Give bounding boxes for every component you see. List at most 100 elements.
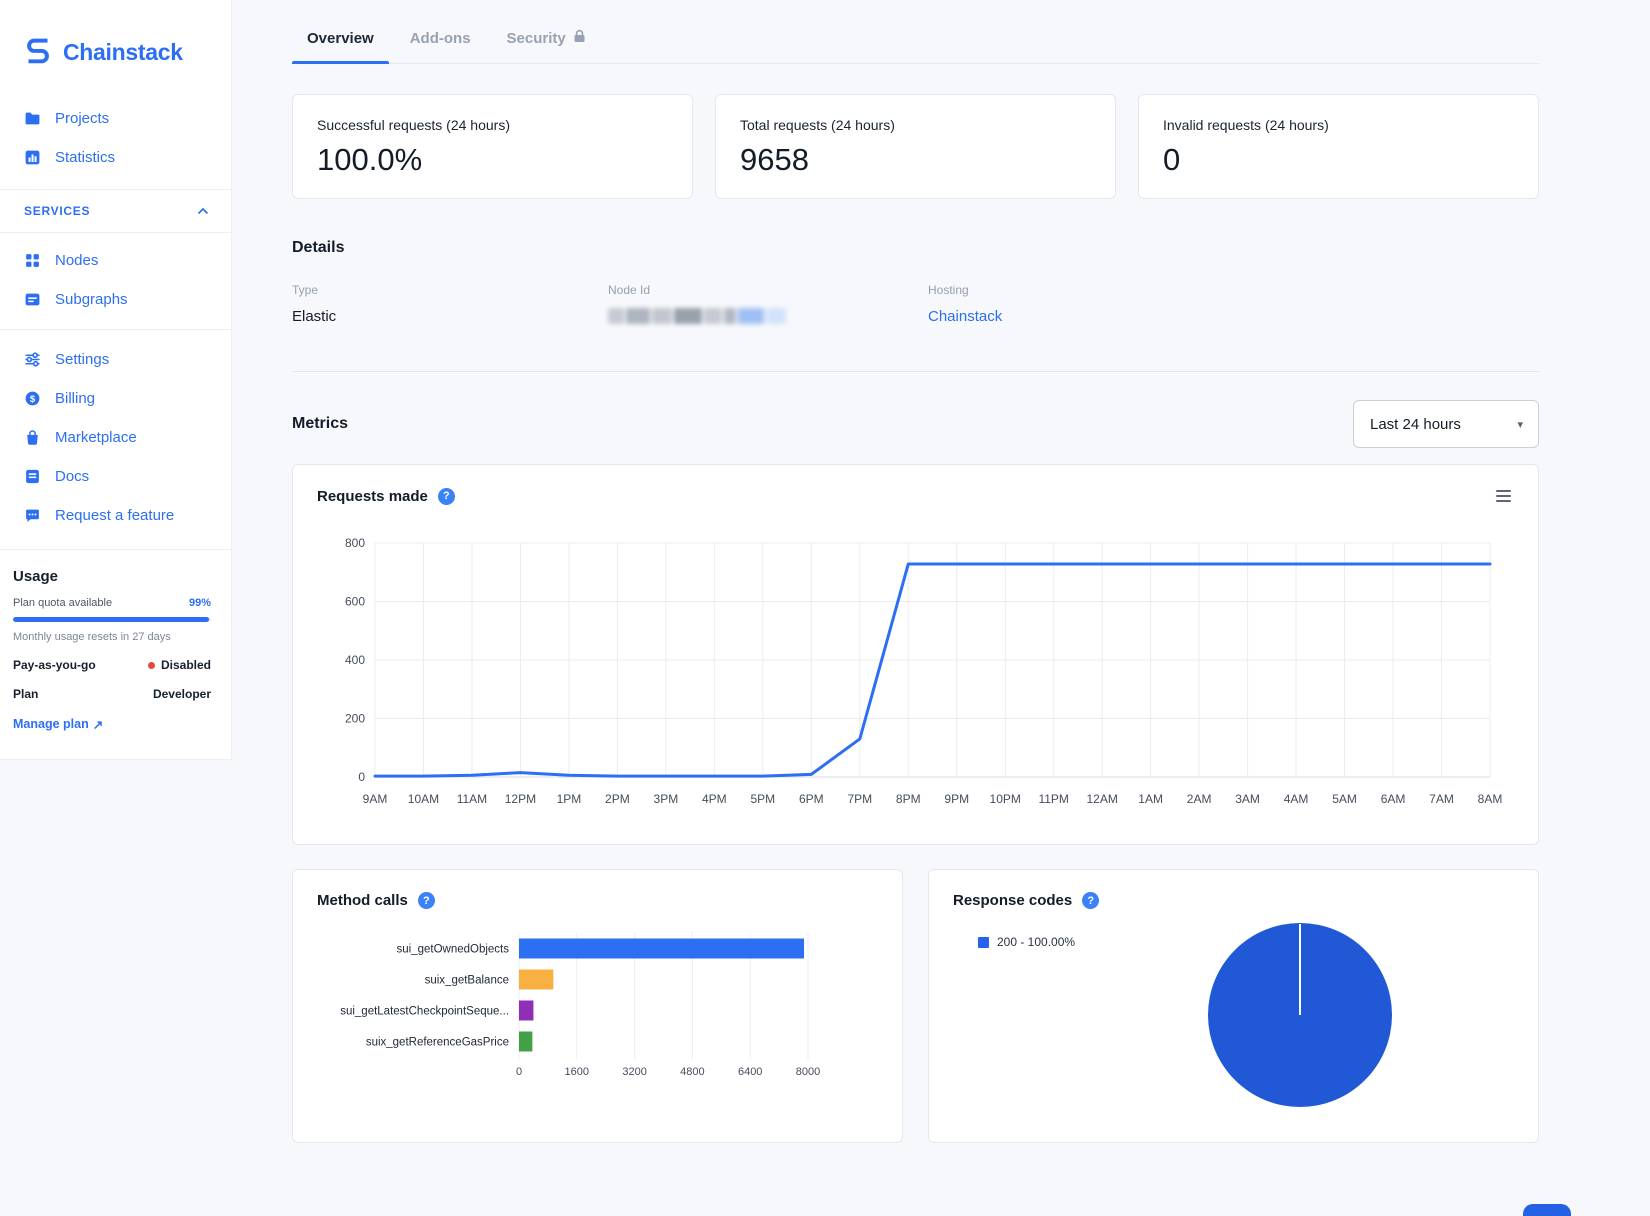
requests-line-chart: 9AM 10AM 11AM 12PM 1PM 2PM 3PM 4PM 5PM 6PM 7PM 8PM 9… (345, 536, 1503, 806)
svg-text:sui_getLatestCheckpointSeque..: sui_getLatestCheckpointSeque... (340, 1006, 509, 1018)
plan-value: Developer (152, 687, 211, 701)
quota-percent: 99% (188, 597, 211, 609)
status-dot-disabled (147, 661, 155, 669)
external-link-icon: ↗ (92, 718, 104, 732)
nodes-icon (24, 252, 41, 269)
chat-bubble-icon (24, 507, 41, 524)
stat-card-invalid-requests: Invalid requests (24 hours) 0 (1138, 94, 1539, 199)
quota-progress-bar (13, 617, 211, 622)
time-range-dropdown[interactable]: Last 24 hours ▾ (1353, 400, 1539, 448)
sliders-icon (24, 351, 41, 368)
folder-icon (24, 110, 41, 127)
nav-label: Request a feature (55, 507, 175, 524)
tab-label: Add-ons (409, 29, 471, 47)
svg-text:2PM: 2PM (605, 792, 630, 806)
app: Chainstack Projects Statistics SERVICES (0, 0, 1650, 1216)
svg-text:2AM: 2AM (1187, 792, 1212, 806)
svg-text:suix_getReferenceGasPrice: suix_getReferenceGasPrice (366, 1037, 509, 1049)
svg-text:11PM: 11PM (1038, 792, 1068, 806)
stat-card-total-requests: Total requests (24 hours) 9658 (715, 94, 1116, 199)
svg-text:1600: 1600 (565, 1066, 589, 1078)
tab-security[interactable]: Security (492, 20, 601, 63)
time-range-value: Last 24 hours (1370, 415, 1461, 433)
sidebar-section-services[interactable]: SERVICES (0, 189, 231, 233)
svg-text:suix_getBalance: suix_getBalance (425, 975, 509, 987)
sidebar-item-docs[interactable]: Docs (0, 457, 231, 496)
node-id-redacted (608, 308, 928, 324)
svg-text:4AM: 4AM (1284, 792, 1309, 806)
method-calls-bar-chart: 0 1600 3200 4800 6400 8000 sui_getOwnedObjects… (340, 933, 820, 1078)
svg-text:12AM: 12AM (1086, 792, 1117, 806)
requests-made-title: Requests made (317, 487, 428, 505)
svg-text:sui_getOwnedObjects: sui_getOwnedObjects (396, 944, 509, 956)
metrics-title: Metrics (292, 415, 349, 432)
svg-text:12PM: 12PM (505, 792, 536, 806)
tab-overview[interactable]: Overview (292, 20, 389, 64)
nav-label: Billing (55, 390, 96, 407)
svg-text:200: 200 (345, 712, 365, 726)
method-calls-card: Method calls ? 0 1600 3200 4800 6400 8000 sui_… (292, 869, 903, 1143)
svg-text:8AM: 8AM (1478, 792, 1503, 806)
nav-label: Marketplace (55, 429, 137, 446)
legend-label-200: 200 - 100.00% (997, 935, 1076, 949)
payg-status: Disabled (160, 658, 211, 672)
usage-title: Usage (13, 568, 59, 585)
payg-label: Pay-as-you-go (13, 658, 96, 672)
svg-text:11AM: 11AM (457, 792, 487, 806)
sidebar-item-request-a-feature[interactable]: Request a feature (0, 496, 231, 535)
details-section: Details Type Elastic Node Id Hosting Cha… (292, 239, 1539, 325)
response-codes-title: Response codes (953, 892, 1073, 909)
svg-text:6AM: 6AM (1381, 792, 1406, 806)
stat-label: Successful requests (24 hours) (317, 117, 510, 133)
bar-chart-icon (24, 149, 41, 166)
sidebar-item-subgraphs[interactable]: Subgraphs (0, 280, 231, 319)
sidebar-item-marketplace[interactable]: Marketplace (0, 418, 231, 457)
svg-text:400: 400 (345, 653, 365, 667)
nav-label: Settings (55, 351, 110, 368)
chainstack-logo-icon (22, 34, 54, 71)
sidebar-divider (0, 329, 231, 330)
svg-text:6400: 6400 (738, 1066, 762, 1078)
chevron-up-icon (197, 204, 209, 218)
subgraphs-icon (24, 291, 41, 308)
sidebar-nav: Projects Statistics SERVICES Nodes Subgr… (0, 99, 231, 535)
svg-text:4800: 4800 (680, 1066, 704, 1078)
hosting-link[interactable]: Chainstack (928, 308, 1002, 325)
svg-text:800: 800 (345, 536, 365, 550)
help-icon[interactable]: ? (437, 487, 455, 505)
method-calls-title: Method calls (317, 892, 408, 909)
sidebar-item-nodes[interactable]: Nodes (0, 241, 231, 280)
chevron-down-icon: ▾ (1517, 418, 1523, 431)
nav-label: Statistics (55, 149, 116, 166)
sidebar-item-billing[interactable]: $ Billing (0, 379, 231, 418)
svg-text:3AM: 3AM (1235, 792, 1260, 806)
chainstack-logo[interactable]: Chainstack (0, 0, 231, 99)
nav-label: Subgraphs (55, 291, 128, 308)
sidebar-item-settings[interactable]: Settings (0, 340, 231, 379)
svg-text:5AM: 5AM (1332, 792, 1357, 806)
dollar-circle-icon: $ (24, 390, 41, 407)
tab-add-ons[interactable]: Add-ons (395, 20, 486, 63)
stat-value: 100.0% (317, 142, 423, 177)
type-value: Elastic (292, 308, 337, 325)
bottom-charts-row: Method calls ? 0 1600 3200 4800 6400 8000 sui_… (292, 869, 1539, 1143)
sidebar: Chainstack Projects Statistics SERVICES (0, 0, 232, 1216)
requests-made-card: Requests made ? 9AM 10AM 11AM 12PM 1PM 2PM 3PM… (292, 464, 1539, 845)
chat-widget-button[interactable] (1523, 1204, 1571, 1216)
main-content: Overview Add-ons Security Successful req… (232, 0, 1650, 1216)
sidebar-item-projects[interactable]: Projects (0, 99, 231, 138)
svg-text:7AM: 7AM (1429, 792, 1454, 806)
detail-node-id: Node Id (608, 283, 928, 325)
tab-label: Overview (307, 29, 374, 47)
svg-text:1PM: 1PM (557, 792, 582, 806)
help-icon[interactable]: ? (417, 892, 435, 909)
help-icon[interactable]: ? (1082, 892, 1100, 909)
section-divider (292, 371, 1539, 372)
svg-text:8000: 8000 (796, 1066, 820, 1078)
manage-plan-link[interactable]: Manage plan ↗ (13, 717, 103, 732)
chart-menu-icon[interactable] (1493, 487, 1514, 505)
sidebar-item-statistics[interactable]: Statistics (0, 138, 231, 177)
detail-hosting: Hosting Chainstack (928, 283, 1539, 325)
metrics-header: Metrics Last 24 hours ▾ (292, 400, 1539, 448)
tab-bar: Overview Add-ons Security (292, 0, 1539, 64)
